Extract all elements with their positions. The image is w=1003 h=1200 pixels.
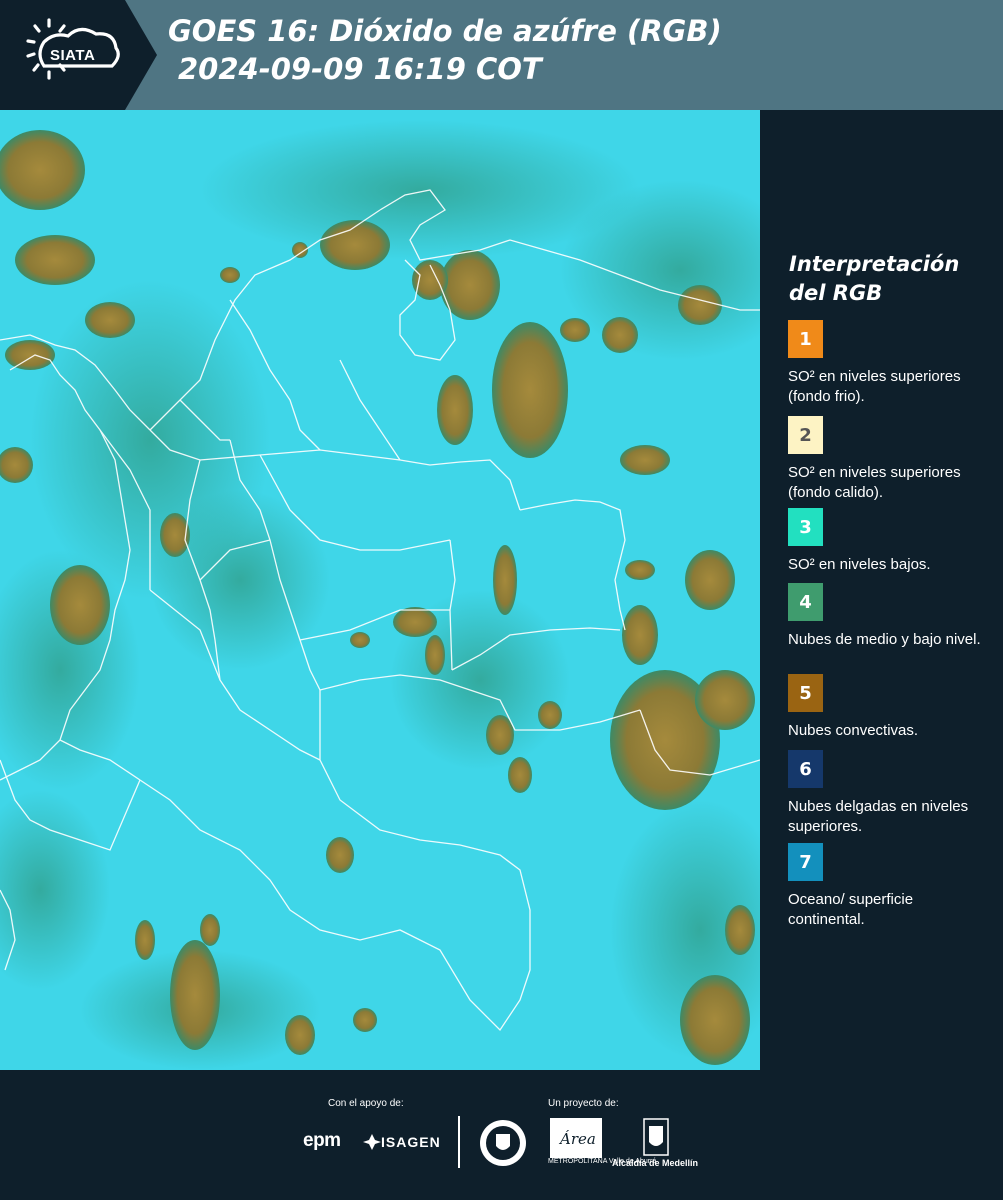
legend-swatch-6: 6 bbox=[788, 750, 823, 788]
legend-label-3: SO² en niveles bajos. bbox=[788, 556, 931, 573]
legend-label-1: SO² en niveles superiores (fondo frio). bbox=[788, 368, 961, 405]
legend-title: Interpretación del RGB bbox=[789, 252, 960, 305]
legend-item-6: 6 Nubes delgadas en niveles superiores. bbox=[788, 750, 988, 837]
legend-label-4: Nubes de medio y bajo nivel. bbox=[788, 631, 981, 648]
legend-label-6: Nubes delgadas en niveles superiores. bbox=[788, 798, 969, 835]
legend-item-7: 7 Oceano/ superficie continental. bbox=[788, 843, 988, 930]
legend-label-5: Nubes convectivas. bbox=[788, 722, 919, 739]
legend-swatch-2: 2 bbox=[788, 416, 823, 454]
siata-logo-text: SIATA bbox=[50, 47, 96, 64]
isagen-text: ISAGEN bbox=[381, 1134, 441, 1150]
isagen-icon bbox=[363, 1134, 381, 1150]
legend-swatch-7: 7 bbox=[788, 843, 823, 881]
header: SIATA GOES 16: Dióxido de azúfre (RGB) 2… bbox=[0, 0, 1003, 110]
page-title: GOES 16: Dióxido de azúfre (RGB) bbox=[168, 14, 722, 48]
siata-logo[interactable]: SIATA bbox=[0, 0, 160, 110]
project-label: Un proyecto de: bbox=[548, 1098, 619, 1109]
alcaldia-text: Alcaldía de Medellín bbox=[612, 1158, 699, 1168]
legend-swatch-1: 1 bbox=[788, 320, 823, 358]
medellin-seal-icon[interactable] bbox=[478, 1118, 528, 1168]
svg-text:Área: Área bbox=[558, 1130, 596, 1148]
area-metropolitana-icon[interactable]: Área bbox=[550, 1118, 602, 1158]
alcaldia-shield-icon[interactable] bbox=[643, 1118, 669, 1156]
legend-swatch-5: 5 bbox=[788, 674, 823, 712]
page-datetime: 2024-09-09 16:19 COT bbox=[178, 52, 542, 86]
legend-panel: Interpretación del RGB 1 SO² en niveles … bbox=[760, 110, 1003, 1070]
support-label: Con el apoyo de: bbox=[328, 1098, 404, 1109]
legend-item-1: 1 SO² en niveles superiores (fondo frio)… bbox=[788, 320, 988, 407]
footer: Con el apoyo de: Un proyecto de: epm ISA… bbox=[0, 1070, 1003, 1200]
legend-item-2: 2 SO² en niveles superiores (fondo calid… bbox=[788, 416, 988, 503]
satellite-map[interactable] bbox=[0, 110, 760, 1070]
footer-divider bbox=[458, 1116, 460, 1168]
legend-label-7: Oceano/ superficie continental. bbox=[788, 891, 914, 928]
epm-logo[interactable]: epm bbox=[303, 1130, 341, 1152]
legend-item-4: 4 Nubes de medio y bajo nivel. bbox=[788, 583, 988, 650]
legend-item-3: 3 SO² en niveles bajos. bbox=[788, 508, 988, 575]
legend-swatch-3: 3 bbox=[788, 508, 823, 546]
legend-label-2: SO² en niveles superiores (fondo calido)… bbox=[788, 464, 961, 501]
legend-item-5: 5 Nubes convectivas. bbox=[788, 674, 988, 741]
legend-swatch-4: 4 bbox=[788, 583, 823, 621]
